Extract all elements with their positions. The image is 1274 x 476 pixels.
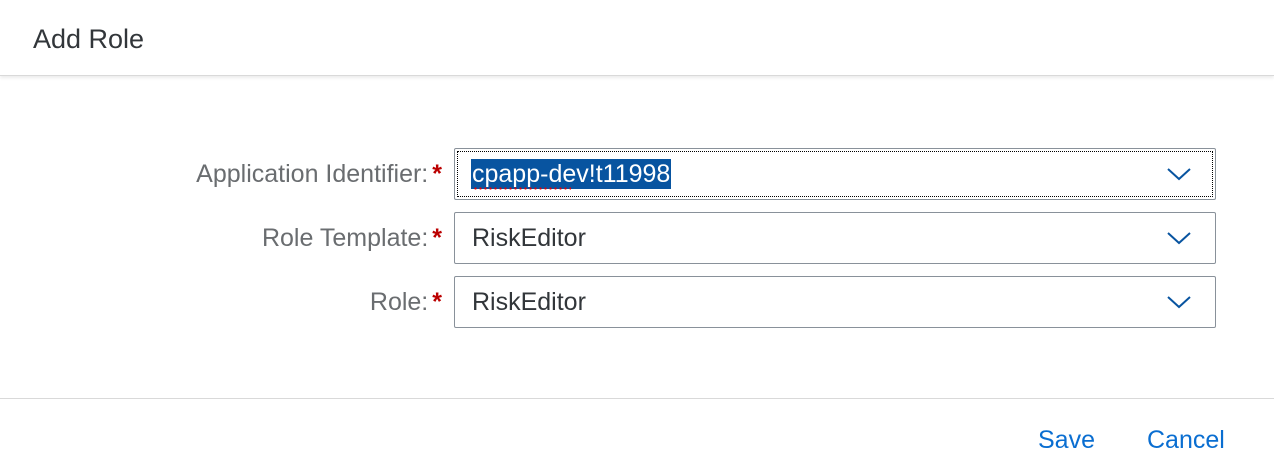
cancel-button[interactable]: Cancel [1147,423,1225,457]
role-label: Role: * [370,276,442,328]
role-template-select[interactable]: RiskEditor [454,212,1216,264]
role-select[interactable]: RiskEditor [454,276,1216,328]
dialog-footer: Save Cancel [0,398,1274,476]
application-identifier-label: Application Identifier: * [196,148,442,200]
application-identifier-label-text: Application Identifier: [196,160,429,188]
spellcheck-underline [473,187,571,190]
chevron-down-icon[interactable] [1165,227,1193,249]
required-marker: * [432,160,442,188]
application-identifier-value-text: cpapp-dev!t11998 [472,160,671,188]
dialog-title: Add Role [33,24,145,54]
role-value[interactable]: RiskEditor [472,277,586,327]
chevron-down-icon[interactable] [1165,291,1193,313]
role-template-label: Role Template: * [262,212,442,264]
chevron-down-icon[interactable] [1165,163,1193,185]
form-row-role: Role: * RiskEditor [0,276,1274,328]
role-label-text: Role: [369,288,429,316]
role-template-value[interactable]: RiskEditor [472,213,586,263]
application-identifier-select[interactable]: cpapp-dev!t11998 [454,148,1216,200]
save-button[interactable]: Save [1038,423,1095,457]
required-marker: * [432,224,442,252]
role-template-label-text: Role Template: [261,224,429,252]
dialog-header: Add Role [0,0,1274,76]
add-role-dialog: Add Role Application Identifier: * cpapp-… [0,0,1274,476]
form-row-role-template: Role Template: * RiskEditor [0,212,1274,264]
required-marker: * [432,288,442,316]
application-identifier-value[interactable]: cpapp-dev!t11998 [471,159,672,190]
form-row-application-identifier: Application Identifier: * cpapp-dev!t1199… [0,148,1274,200]
